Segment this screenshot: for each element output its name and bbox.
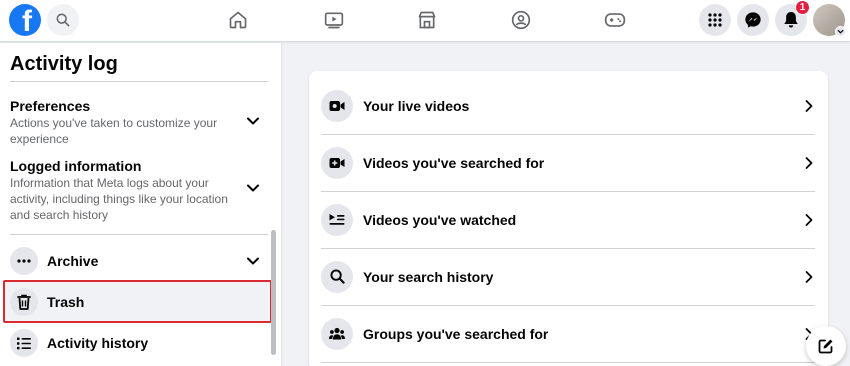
list-item-label: Your live videos bbox=[363, 97, 470, 114]
live-video-icon bbox=[329, 100, 345, 111]
compose-icon bbox=[818, 339, 833, 354]
more-dots-icon bbox=[17, 259, 31, 263]
section-description: Actions you've taken to customize your e… bbox=[10, 116, 218, 146]
new-message-button[interactable] bbox=[806, 326, 846, 366]
messenger-icon bbox=[745, 12, 761, 28]
sidebar-item-label: Trash bbox=[47, 293, 85, 310]
sidebar-item-archive[interactable]: Archive bbox=[6, 242, 268, 280]
list-item-videos-watched[interactable]: Videos you've watched bbox=[321, 191, 816, 248]
list-item-label: Videos you've searched for bbox=[363, 154, 545, 171]
video-camera-plus-icon bbox=[329, 157, 345, 168]
activity-category-list: Your live videos Videos you've searched … bbox=[309, 71, 828, 366]
icon-wrapper bbox=[321, 203, 353, 236]
groups-icon bbox=[329, 327, 345, 340]
chevron-right-icon bbox=[805, 99, 813, 112]
list-item-label: Groups you've searched for bbox=[363, 325, 549, 342]
sidebar-item-trash[interactable]: Trash bbox=[3, 280, 272, 323]
menu-button[interactable] bbox=[699, 4, 731, 36]
chevron-right-icon bbox=[805, 213, 813, 226]
chevron-right-icon bbox=[805, 156, 813, 169]
list-item-label: Your search history bbox=[363, 268, 494, 285]
gaming-icon bbox=[604, 13, 626, 27]
search-button[interactable] bbox=[47, 4, 79, 36]
facebook-logo-letter: f bbox=[22, 5, 32, 37]
chevron-down-icon[interactable] bbox=[246, 181, 260, 195]
sidebar-item-label: Archive bbox=[47, 253, 99, 269]
icon-wrapper bbox=[321, 317, 353, 350]
chevron-down-icon bbox=[837, 29, 844, 34]
list-item-groups-searched[interactable]: Groups you've searched for bbox=[321, 305, 816, 362]
section-title: Preferences bbox=[10, 98, 91, 114]
account-menu-chevron[interactable] bbox=[835, 26, 846, 37]
chevron-down-icon[interactable] bbox=[246, 114, 260, 128]
search-icon bbox=[329, 269, 345, 284]
chevron-down-icon[interactable] bbox=[246, 254, 260, 268]
section-description: Information that Meta logs about your ac… bbox=[10, 176, 228, 222]
marketplace-icon bbox=[418, 11, 436, 29]
home-icon bbox=[229, 11, 247, 29]
section-preferences[interactable]: Preferences Actions you've taken to cust… bbox=[10, 97, 235, 147]
section-logged-information[interactable]: Logged information Information that Meta… bbox=[10, 157, 235, 223]
list-item-videos-searched[interactable]: Videos you've searched for bbox=[321, 134, 816, 191]
nav-home[interactable] bbox=[226, 8, 250, 32]
icon-wrapper bbox=[321, 146, 353, 179]
sidebar-item-activity-history[interactable]: Activity history bbox=[6, 324, 268, 362]
chevron-right-icon bbox=[805, 270, 813, 283]
nav-gaming[interactable] bbox=[603, 8, 627, 32]
trash-icon bbox=[17, 294, 31, 310]
menu-grid-icon bbox=[708, 13, 722, 27]
icon-wrapper bbox=[321, 260, 353, 293]
list-icon-wrapper bbox=[10, 329, 38, 357]
sidebar-item-label: Activity history bbox=[47, 335, 149, 351]
notification-badge: 1 bbox=[795, 0, 810, 15]
divider bbox=[10, 81, 268, 82]
video-icon bbox=[324, 12, 344, 29]
facebook-logo[interactable]: f bbox=[9, 4, 41, 36]
list-icon bbox=[17, 337, 31, 349]
activity-log-sidebar: Activity log Preferences Actions you've … bbox=[0, 43, 281, 366]
nav-watch[interactable] bbox=[322, 8, 346, 32]
messenger-button[interactable] bbox=[737, 4, 769, 36]
section-title: Logged information bbox=[10, 158, 142, 174]
trash-icon-wrapper bbox=[10, 287, 38, 316]
icon-wrapper bbox=[321, 89, 353, 122]
list-item-live-videos[interactable]: Your live videos bbox=[321, 77, 816, 134]
nav-marketplace[interactable] bbox=[415, 8, 439, 32]
search-icon bbox=[56, 13, 70, 27]
divider bbox=[321, 362, 815, 363]
top-navigation-bar: f 1 bbox=[0, 0, 850, 42]
sidebar-title: Activity log bbox=[10, 53, 118, 75]
list-item-search-history[interactable]: Your search history bbox=[321, 248, 816, 305]
divider bbox=[10, 234, 268, 235]
groups-icon bbox=[511, 10, 531, 30]
nav-groups[interactable] bbox=[509, 8, 533, 32]
playlist-icon bbox=[329, 213, 345, 225]
archive-icon-wrapper bbox=[10, 247, 38, 275]
list-item-label: Videos you've watched bbox=[363, 211, 517, 228]
sidebar-scrollbar[interactable] bbox=[271, 230, 276, 355]
notifications-icon bbox=[784, 12, 798, 28]
